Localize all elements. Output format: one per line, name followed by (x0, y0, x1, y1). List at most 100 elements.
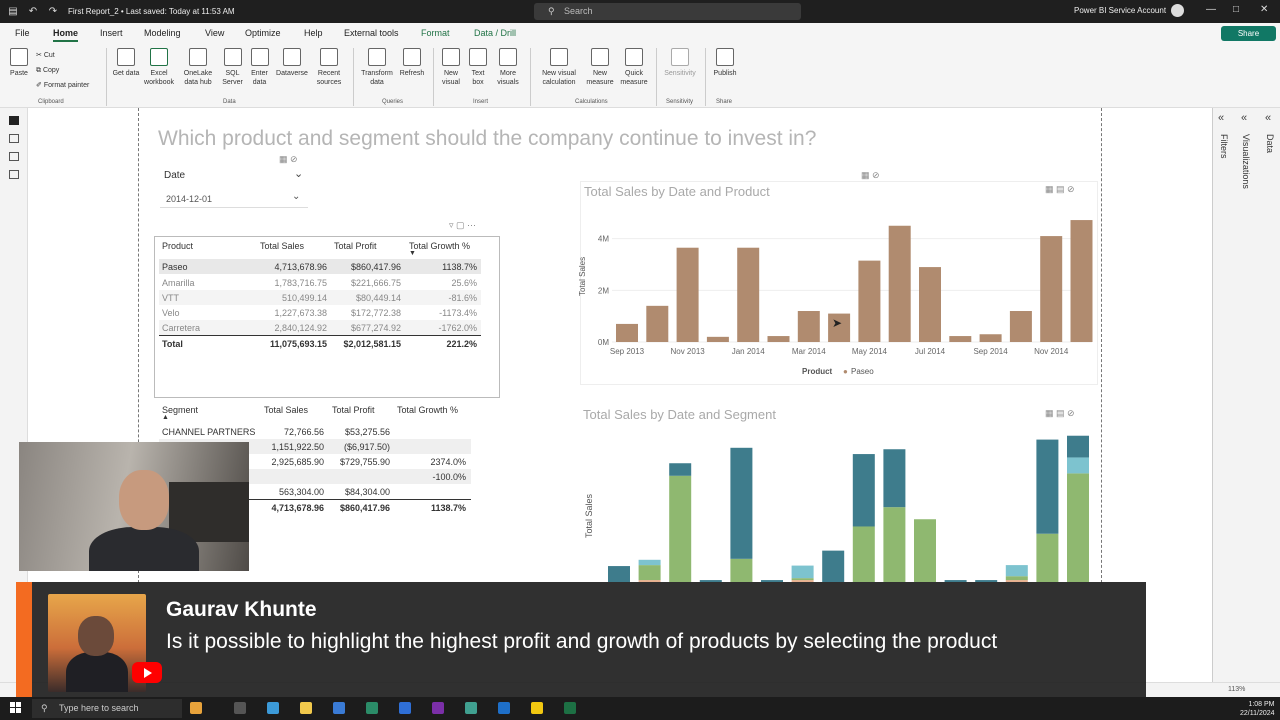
model-view-icon[interactable] (8, 152, 19, 161)
avatar-torso (66, 652, 128, 692)
outlook-icon[interactable] (498, 702, 510, 714)
taskbar-search-input[interactable]: ⚲ Type here to search (32, 699, 182, 718)
sensitivity-button[interactable]: Sensitivity (661, 48, 699, 78)
refresh-button[interactable]: Refresh (397, 48, 427, 78)
menu-home[interactable]: Home (53, 28, 79, 42)
menu-external-tools[interactable]: External tools (344, 28, 399, 38)
column-header-total-sales[interactable]: Total Sales (264, 405, 308, 415)
account-name[interactable]: Power BI Service Account (1074, 6, 1166, 15)
more-visuals-button[interactable]: More visuals (492, 48, 524, 87)
search-input[interactable]: ⚲ Search (534, 3, 801, 20)
table-view-icon[interactable] (8, 134, 19, 143)
task-view-icon[interactable] (234, 702, 246, 714)
enter-data-button[interactable]: Enter data (247, 48, 272, 87)
edge-icon[interactable] (366, 702, 378, 714)
visual-header-icons[interactable]: ▿ ▢ ⋯ (449, 220, 476, 231)
menu-file[interactable]: File (15, 28, 30, 38)
save-icon[interactable]: ▤ (6, 6, 20, 17)
paste-button[interactable]: Paste (6, 48, 32, 78)
excel-workbook-button[interactable]: Excel workbook (141, 48, 177, 87)
onelake-button[interactable]: OneLake data hub (178, 48, 218, 87)
power-bi-icon[interactable] (531, 702, 543, 714)
visualizations-pane-tab[interactable]: Visualizations (1241, 134, 1251, 189)
file-explorer-icon[interactable] (190, 702, 202, 714)
column-header-total-growth[interactable]: Total Growth % (409, 241, 470, 251)
table-row[interactable]: Velo 1,227,673.38 $172,772.38 -1173.4% (159, 305, 481, 320)
redo-icon[interactable]: ↷ (46, 6, 60, 17)
table-row[interactable]: Paseo 4,713,678.96 $860,417.96 1138.7% (159, 259, 481, 274)
report-title[interactable]: Which product and segment should the com… (158, 127, 816, 151)
drill-icons[interactable]: ▦ ▤ ⊘ (1045, 408, 1075, 419)
menu-insert[interactable]: Insert (100, 28, 123, 38)
data-pane-tab[interactable]: Data (1265, 134, 1275, 153)
publish-button[interactable]: Publish (710, 48, 740, 78)
chevron-down-icon[interactable]: ⌄ (294, 167, 303, 180)
column-header-total-sales[interactable]: Total Sales (260, 241, 304, 251)
menu-format[interactable]: Format (421, 28, 450, 38)
share-button[interactable]: Share (1221, 26, 1276, 41)
system-clock[interactable]: 1:08 PM 22/11/2024 (1240, 700, 1275, 718)
menu-help[interactable]: Help (304, 28, 323, 38)
drill-icons[interactable]: ▦ ▤ ⊘ (1045, 184, 1075, 195)
windows-start-icon[interactable] (10, 702, 22, 714)
browser-icon[interactable] (267, 702, 279, 714)
text-box-button[interactable]: Text box (465, 48, 491, 87)
sql-server-button[interactable]: SQL Server (219, 48, 246, 87)
dataverse-button[interactable]: Dataverse (273, 48, 311, 78)
onelake-label: OneLake data hub (183, 70, 213, 86)
menu-modeling[interactable]: Modeling (144, 28, 181, 38)
store-icon[interactable] (333, 702, 345, 714)
menu-view[interactable]: View (205, 28, 224, 38)
table-row[interactable]: Amarilla 1,783,716.75 $221,666.75 25.6% (159, 275, 481, 290)
column-header-total-profit[interactable]: Total Profit (334, 241, 377, 251)
column-header-total-growth[interactable]: Total Growth % (397, 405, 458, 415)
visual-header-icons[interactable]: ▦ ⊘ (861, 170, 880, 181)
todo-icon[interactable] (399, 702, 411, 714)
excel-taskbar-icon[interactable] (564, 702, 576, 714)
legend-item[interactable]: Paseo (851, 367, 874, 376)
table-cell: 1,227,673.38 (274, 308, 327, 318)
table-row[interactable]: CHANNEL PARTNERS 72,766.56 $53,275.56 (159, 424, 471, 439)
copy-button[interactable]: ⧉ Copy (36, 66, 59, 75)
table-row[interactable]: VTT 510,499.14 $80,449.14 -81.6% (159, 290, 481, 305)
quick-measure-button[interactable]: Quick measure (617, 48, 651, 87)
side-panes: « « « Filters Visualizations Data (1212, 108, 1280, 682)
format-painter-button[interactable]: ✐ Format painter (36, 81, 89, 90)
queries-group-label: Queries (382, 99, 404, 105)
column-header-total-profit[interactable]: Total Profit (332, 405, 375, 415)
collapse-data-icon[interactable]: « (1265, 112, 1271, 124)
document-title[interactable]: First Report_2 • Last saved: Today at 11… (68, 7, 235, 16)
chart-title: Total Sales by Date and Segment (583, 407, 776, 422)
get-data-button[interactable]: Get data (112, 48, 140, 78)
table-row[interactable]: Carretera 2,840,124.92 $677,274.92 -1762.0% (159, 320, 481, 335)
new-visual-calculation-button[interactable]: New visual calculation (535, 48, 583, 87)
report-view-icon[interactable] (8, 116, 19, 125)
new-visual-button[interactable]: New visual (438, 48, 464, 87)
format-painter-label: Format painter (43, 82, 90, 89)
new-measure-button[interactable]: New measure (584, 48, 616, 87)
maximize-icon[interactable]: □ (1233, 4, 1239, 15)
zoom-level[interactable]: 113% (1228, 686, 1245, 693)
transform-data-button[interactable]: Transform data (358, 48, 396, 87)
minimize-icon[interactable]: — (1206, 4, 1216, 15)
table-total-cell: 221.2% (446, 339, 477, 349)
visual-header-icons[interactable]: ▦ ⊘ (279, 154, 298, 165)
dax-query-view-icon[interactable] (8, 170, 19, 179)
dropdown-arrow-icon[interactable]: ⌄ (292, 191, 300, 202)
chart-product-frame[interactable] (580, 181, 1098, 385)
account-avatar-icon[interactable] (1171, 4, 1184, 17)
undo-icon[interactable]: ↶ (26, 6, 40, 17)
collapse-filters-icon[interactable]: « (1218, 112, 1224, 124)
collapse-visualizations-icon[interactable]: « (1241, 112, 1247, 124)
folder-icon[interactable] (300, 702, 312, 714)
menu-optimize[interactable]: Optimize (245, 28, 281, 38)
app-icon[interactable] (465, 702, 477, 714)
onenote-icon[interactable] (432, 702, 444, 714)
recent-sources-button[interactable]: Recent sources (311, 48, 347, 87)
menu-data-drill[interactable]: Data / Drill (474, 28, 516, 38)
column-header-product[interactable]: Product (162, 241, 193, 251)
presenter-body (89, 527, 199, 571)
filters-pane-tab[interactable]: Filters (1219, 134, 1229, 159)
cut-button[interactable]: ✂ Cut (36, 51, 55, 60)
close-icon[interactable]: ✕ (1260, 4, 1268, 15)
